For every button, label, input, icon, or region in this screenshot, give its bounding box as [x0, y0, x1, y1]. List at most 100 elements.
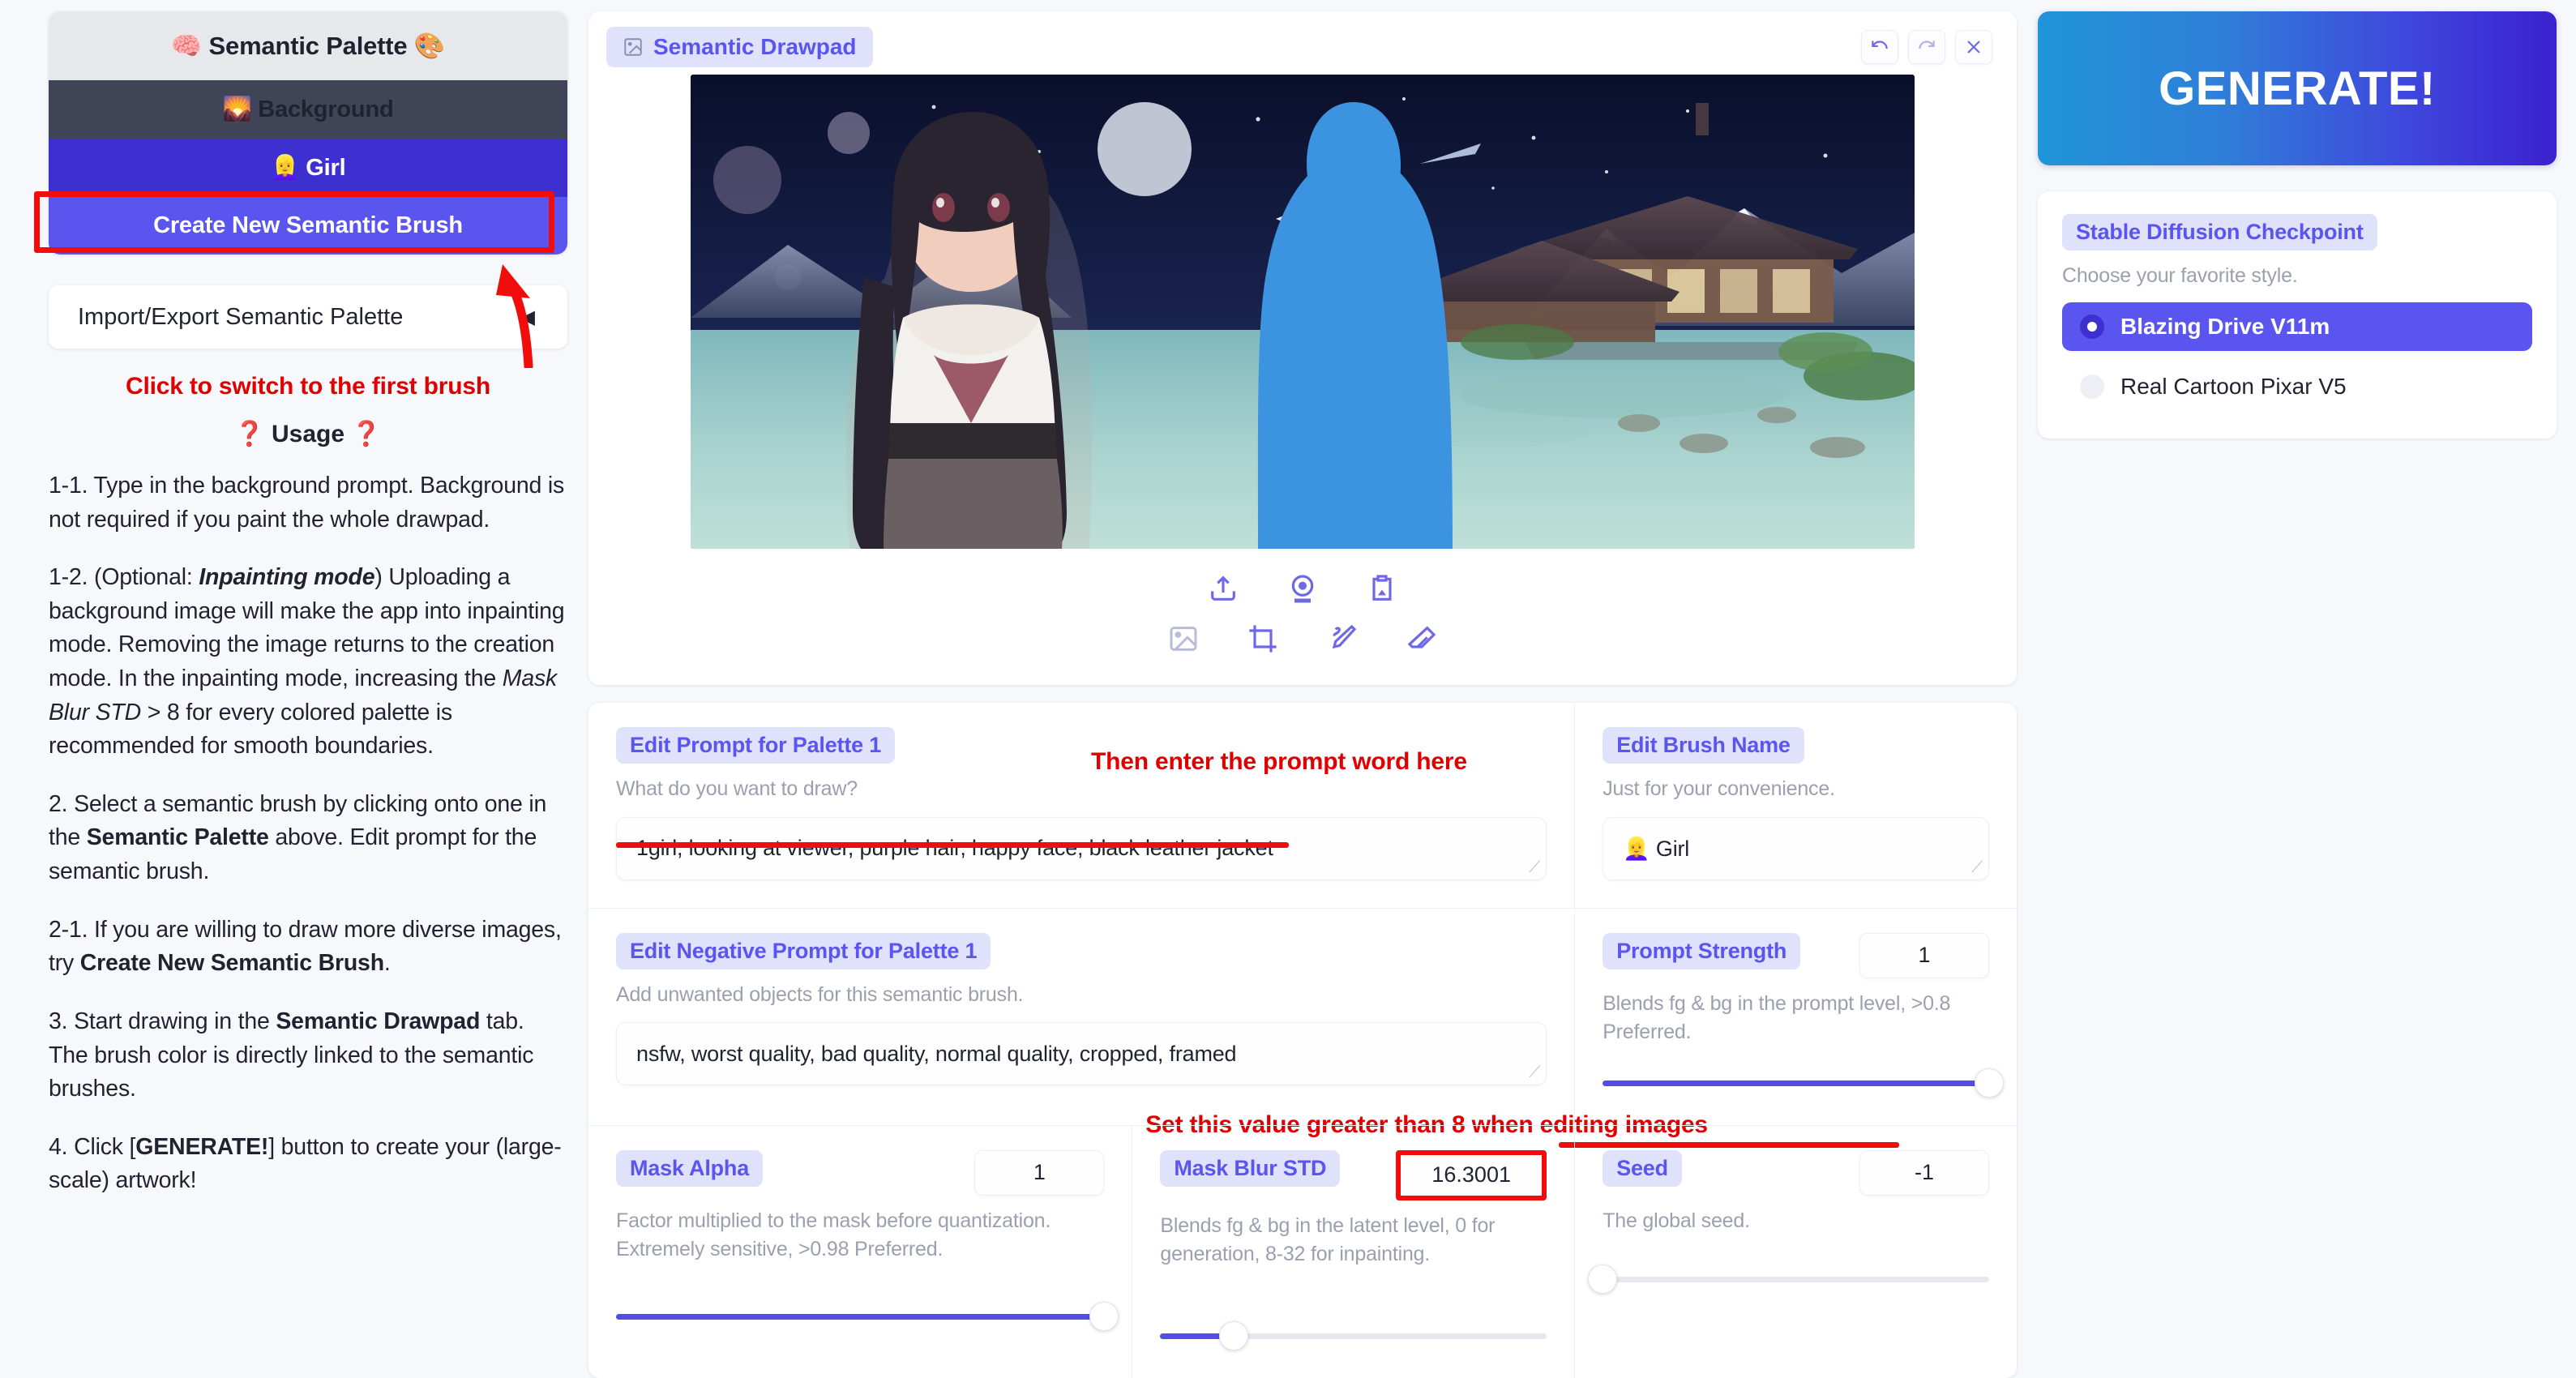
slider-knob[interactable]	[1975, 1068, 2004, 1098]
seed-hint: The global seed.	[1603, 1209, 1750, 1232]
slider-fill	[1603, 1080, 1989, 1086]
brush-icon	[1332, 624, 1357, 649]
sidebar: 🧠 Semantic Palette 🎨 🌄 Background 👱‍♀️ G…	[34, 11, 567, 1339]
parameters-panel: Edit Prompt for Palette 1 What do you wa…	[588, 703, 2017, 1378]
slider-knob[interactable]	[1218, 1320, 1248, 1350]
brush-name-hint: Just for your convenience.	[1603, 777, 1835, 800]
tab-semantic-drawpad[interactable]: Semantic Drawpad	[606, 27, 873, 67]
prompt-strength-section: Prompt Strength 1 Blends fg & bg in the …	[1145, 907, 2017, 1148]
seed-value[interactable]: -1	[1859, 1149, 1989, 1196]
toolbar-row-top	[1205, 570, 1401, 607]
usage-heading-text: Usage	[271, 421, 345, 447]
prompt-strength-slider[interactable]	[1603, 1068, 2004, 1098]
close-button[interactable]	[1955, 30, 1992, 64]
crop-tool-button[interactable]	[1244, 620, 1282, 657]
drawpad-actions	[1861, 30, 1992, 64]
undo-button[interactable]	[1861, 30, 1898, 64]
resize-grip-icon[interactable]: ⟋	[1529, 1064, 1540, 1081]
brush-name-chip: Edit Brush Name	[1603, 727, 1804, 764]
checkpoint-option-real-cartoon-pixar[interactable]: Real Cartoon Pixar V5	[2062, 362, 2532, 411]
prompt-strength-hint: Blends fg & bg in the prompt level, >0.8…	[1603, 991, 1951, 1044]
create-new-semantic-brush-button[interactable]: Create New Semantic Brush	[49, 197, 567, 255]
prompt-strength-head: Prompt Strength 1	[1603, 932, 1989, 978]
palette-title: 🧠 Semantic Palette 🎨	[49, 11, 567, 80]
annotation-click-to-switch: Click to switch to the first brush	[126, 373, 490, 400]
sidebar-item-girl[interactable]: 👱‍♀️ Girl	[49, 139, 567, 197]
upload-button[interactable]	[1205, 570, 1242, 607]
webcam-icon	[1291, 575, 1314, 603]
negative-prompt-section: Edit Negative Prompt for Palette 1 Add u…	[588, 907, 1575, 1125]
chevron-left-icon[interactable]: ◀	[520, 306, 535, 329]
checkpoint-option-label: Blazing Drive V11m	[2120, 313, 2330, 339]
image-tool-button[interactable]	[1165, 620, 1202, 657]
main-column: Semantic Drawpad Edit Prompt for Palette…	[588, 11, 2017, 1378]
prompt-hint: What do you want to draw?	[616, 777, 858, 800]
mask-alpha-section: Mask Alpha 1 Factor multiplied to the ma…	[588, 1124, 1132, 1378]
import-export-label: Import/Export Semantic Palette	[78, 303, 404, 330]
seed-chip: Seed	[1603, 1149, 1682, 1187]
slider-track	[1603, 1277, 1989, 1282]
redo-icon	[1919, 41, 1935, 49]
radio-unselected-icon	[2080, 374, 2104, 399]
usage-q-left: ❓	[234, 421, 265, 447]
slider-fill	[616, 1313, 1105, 1320]
negative-prompt-input[interactable]: nsfw, worst quality, bad quality, normal…	[616, 1022, 1547, 1085]
usage-item-4: 2-1. If you are willing to draw more div…	[49, 916, 562, 977]
sidebar-item-background[interactable]: 🌄 Background	[49, 80, 567, 139]
redo-button[interactable]	[1908, 30, 1945, 64]
prompt-input[interactable]: 1girl, looking at viewer, purple hair, h…	[616, 816, 1547, 880]
usage-item-3: 2. Select a semantic brush by clicking o…	[49, 790, 547, 885]
mask-alpha-slider[interactable]	[616, 1301, 1119, 1331]
mask-alpha-value[interactable]: 1	[974, 1149, 1105, 1196]
mask-alpha-chip: Mask Alpha	[616, 1149, 764, 1187]
crop-icon	[1249, 625, 1277, 653]
resize-grip-icon[interactable]: ⟋	[1971, 859, 1983, 875]
seed-section: Seed -1 The global seed.	[1574, 1124, 2017, 1378]
prompt-strength-value[interactable]: 1	[1859, 932, 1989, 978]
drawpad-canvas[interactable]	[691, 75, 1915, 549]
brush-name-section: Edit Brush Name Just for your convenienc…	[1574, 703, 2017, 908]
negative-prompt-chip: Edit Negative Prompt for Palette 1	[616, 932, 991, 969]
checkpoint-option-blazing-drive[interactable]: Blazing Drive V11m	[2062, 302, 2532, 351]
prompt-strength-chip: Prompt Strength	[1603, 932, 1801, 969]
slider-knob[interactable]	[1089, 1301, 1119, 1331]
resize-grip-icon[interactable]: ⟋	[1529, 859, 1540, 875]
eraser-tool-button[interactable]	[1403, 620, 1440, 657]
checkpoint-card: Stable Diffusion Checkpoint Choose your …	[2038, 191, 2557, 439]
webcam-button[interactable]	[1284, 570, 1321, 607]
mask-blur-std-chip: Mask Blur STD	[1160, 1149, 1341, 1187]
slider-knob[interactable]	[1588, 1265, 1618, 1294]
drawpad-header: Semantic Drawpad	[606, 26, 1999, 68]
negative-prompt-hint: Add unwanted objects for this semantic b…	[616, 982, 1024, 1006]
close-icon	[1967, 41, 1980, 53]
checkpoint-chip: Stable Diffusion Checkpoint	[2062, 214, 2377, 250]
drawpad-toolbar	[606, 570, 1999, 657]
mask-blur-std-value[interactable]: 16.3001	[1396, 1149, 1547, 1200]
annotation-underline-prompt	[616, 842, 1289, 848]
eraser-icon	[1407, 626, 1436, 648]
mask-blur-std-head: Mask Blur STD 16.3001	[1160, 1149, 1547, 1200]
import-export-accordion[interactable]: Import/Export Semantic Palette ◀	[49, 285, 567, 349]
usage-item-5: 3. Start drawing in the Semantic Drawpad…	[49, 1008, 534, 1102]
paste-button[interactable]	[1363, 570, 1401, 607]
clipboard-image-icon	[1372, 575, 1392, 601]
annotation-enter-prompt: Then enter the prompt word here	[1091, 748, 1467, 775]
tab-label: Semantic Drawpad	[653, 34, 857, 59]
seed-slider[interactable]	[1588, 1265, 1989, 1294]
brush-name-input[interactable]: 👱‍♀️ Girl ⟋	[1603, 816, 1989, 880]
generate-button[interactable]: GENERATE!	[2038, 11, 2557, 165]
mask-alpha-head: Mask Alpha 1	[616, 1149, 1105, 1196]
undo-icon	[1872, 41, 1888, 49]
checkpoint-option-label: Real Cartoon Pixar V5	[2120, 373, 2347, 399]
usage-q-right: ❓	[351, 421, 382, 447]
semantic-palette-card: 🧠 Semantic Palette 🎨 🌄 Background 👱‍♀️ G…	[49, 11, 567, 255]
mask-blur-std-slider[interactable]	[1160, 1320, 1547, 1350]
upload-icon	[1211, 576, 1235, 601]
mask-blur-std-section: Mask Blur STD 16.3001 Blends fg & bg in …	[1132, 1124, 1575, 1378]
usage-item-1: 1-1. Type in the background prompt. Back…	[49, 473, 565, 533]
usage-item-2: 1-2. (Optional: Inpainting mode) Uploadi…	[49, 564, 565, 760]
usage-list: 1-1. Type in the background prompt. Back…	[49, 469, 567, 1198]
semantic-drawpad-panel: Semantic Drawpad	[588, 11, 2017, 685]
brush-tool-button[interactable]	[1324, 620, 1361, 657]
usage-item-6: 4. Click [GENERATE!] button to create yo…	[49, 1133, 562, 1194]
